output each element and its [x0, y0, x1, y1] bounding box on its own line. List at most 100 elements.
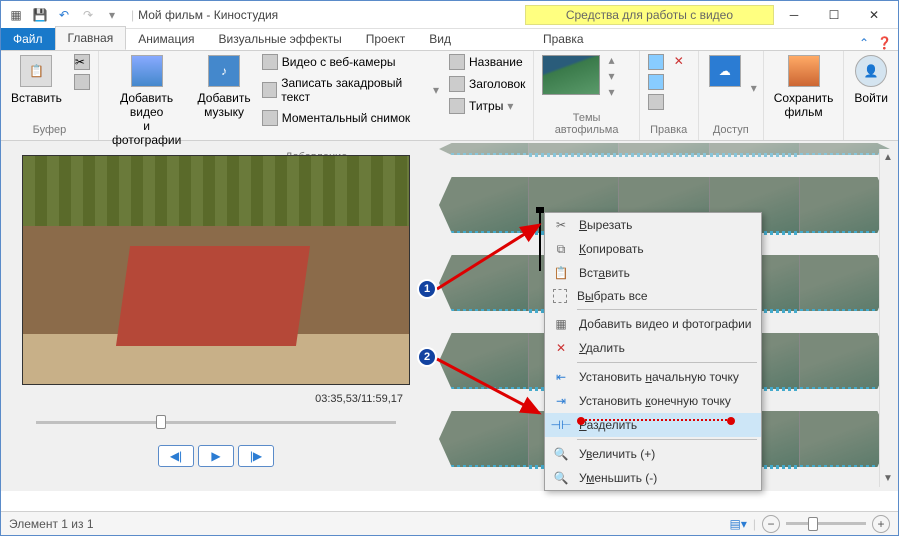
vertical-scrollbar[interactable]: ▲ ▼: [879, 149, 896, 487]
help-icon[interactable]: ❓: [877, 36, 892, 50]
tab-view[interactable]: Вид: [417, 28, 463, 50]
delete-button[interactable]: ✕: [672, 53, 692, 71]
add-music-button[interactable]: ♪ Добавить музыку: [194, 53, 253, 121]
camera-icon: [262, 110, 278, 126]
zoom-out-button[interactable]: −: [762, 515, 780, 533]
tab-visual[interactable]: Визуальные эффекты: [207, 28, 354, 50]
play-button[interactable]: ▶: [198, 445, 234, 467]
tab-file[interactable]: Файл: [1, 28, 55, 50]
playback-controls: ◀| ▶ |▶: [9, 445, 423, 467]
group-buffer: 📋 Вставить ✂ Буфер: [1, 51, 99, 140]
title-label: Название: [469, 55, 523, 69]
add-video-button[interactable]: Добавить видео и фотографии: [105, 53, 189, 149]
context-set-end[interactable]: ⇥Установить конечную точку: [545, 389, 761, 413]
theme-more-icon[interactable]: ▾: [608, 85, 614, 99]
close-button[interactable]: ✕: [854, 3, 894, 27]
caption-icon: [449, 76, 465, 92]
rotate-right-icon: [648, 74, 664, 90]
mic-icon: [262, 82, 278, 98]
work-area: 03:35,53/11:59,17 ◀| ▶ |▶: [1, 141, 898, 491]
add-video-label: Добавить видео и фотографии: [109, 91, 185, 147]
context-zoom-out[interactable]: 🔍Уменьшить (-): [545, 466, 761, 490]
qat-more-icon[interactable]: ▾: [101, 4, 123, 26]
status-bar: Элемент 1 из 1 ▤▾ | − +: [1, 511, 898, 535]
rotate-right-button[interactable]: [646, 73, 666, 91]
copy-icon: [74, 74, 90, 90]
theme-next-icon[interactable]: ▾: [608, 69, 614, 83]
zoom-slider[interactable]: [786, 522, 866, 525]
maximize-button[interactable]: ☐: [814, 3, 854, 27]
title-bar: ▦ 💾 ↶ ↷ ▾ | Мой фильм - Киностудия Средс…: [1, 1, 898, 29]
scroll-up-icon[interactable]: ▲: [880, 149, 896, 166]
group-label-themes: Темы автофильма: [540, 110, 632, 138]
context-cut[interactable]: ✂Вырезать: [545, 213, 761, 237]
chevron-down-icon: ▾: [433, 83, 439, 97]
minimize-button[interactable]: ─: [774, 3, 814, 27]
user-icon: 👤: [855, 55, 887, 87]
add-music-label: Добавить музыку: [198, 91, 251, 119]
title-icon: [449, 54, 465, 70]
preview-video[interactable]: [22, 155, 410, 385]
webcam-button[interactable]: Видео с веб-камеры: [260, 53, 441, 71]
scroll-down-icon[interactable]: ▼: [880, 470, 896, 487]
context-copy[interactable]: ⧉Копировать: [545, 237, 761, 261]
redo-icon[interactable]: ↷: [77, 4, 99, 26]
cut-button[interactable]: ✂: [72, 53, 92, 71]
next-frame-button[interactable]: |▶: [238, 445, 274, 467]
context-select-all[interactable]: Выбрать все: [545, 285, 761, 307]
tab-animation[interactable]: Анимация: [126, 28, 206, 50]
snapshot-label: Моментальный снимок: [282, 111, 410, 125]
context-zoom-in[interactable]: 🔍Увеличить (+): [545, 442, 761, 466]
snapshot-button[interactable]: Моментальный снимок: [260, 109, 441, 127]
film-icon: ▦: [553, 316, 569, 332]
context-delete[interactable]: ✕Удалить: [545, 336, 761, 360]
window-title: Мой фильм - Киностудия: [134, 8, 525, 22]
app-icon[interactable]: ▦: [5, 4, 27, 26]
save-movie-button[interactable]: Сохранить фильм: [770, 53, 838, 121]
select-all-button[interactable]: [646, 93, 666, 111]
login-button[interactable]: 👤 Войти: [850, 53, 892, 107]
tab-home[interactable]: Главная: [55, 26, 127, 50]
context-label: Вставить: [579, 266, 630, 280]
clipboard-icon: 📋: [20, 55, 52, 87]
separator: [577, 309, 757, 310]
theme-preview[interactable]: [542, 55, 600, 95]
collapse-ribbon-icon[interactable]: ⌃: [859, 36, 869, 50]
caption-button[interactable]: Заголовок: [447, 75, 527, 93]
prev-frame-button[interactable]: ◀|: [158, 445, 194, 467]
group-adding: Добавить видео и фотографии ♪ Добавить м…: [99, 51, 535, 140]
group-edit: ✕ Правка: [640, 51, 699, 140]
tab-project[interactable]: Проект: [354, 28, 418, 50]
seek-slider[interactable]: [36, 413, 396, 433]
tab-edit[interactable]: Правка: [531, 28, 596, 50]
group-label-edit: Правка: [646, 122, 692, 138]
theme-prev-icon[interactable]: ▴: [608, 53, 614, 67]
clip-row[interactable]: [439, 143, 890, 155]
context-paste[interactable]: 📋Вставить: [545, 261, 761, 285]
group-label-buffer: Буфер: [7, 122, 92, 138]
copy-button[interactable]: [72, 73, 92, 91]
undo-icon[interactable]: ↶: [53, 4, 75, 26]
rotate-left-button[interactable]: [646, 53, 666, 71]
context-label: Установить конечную точку: [579, 394, 731, 408]
narration-label: Записать закадровый текст: [281, 76, 429, 104]
credits-button[interactable]: Титры ▾: [447, 97, 527, 115]
context-add-media[interactable]: ▦Добавить видео и фотографии: [545, 312, 761, 336]
annotation-underline: [581, 419, 731, 421]
context-set-start[interactable]: ⇤Установить начальную точку: [545, 365, 761, 389]
film-icon: [131, 55, 163, 87]
chevron-down-icon: ▾: [507, 99, 513, 113]
group-login: 👤 Войти: [844, 51, 898, 140]
narration-button[interactable]: Записать закадровый текст ▾: [260, 75, 441, 105]
group-label-access: Доступ: [705, 122, 757, 138]
context-menu: ✂Вырезать ⧉Копировать 📋Вставить Выбрать …: [544, 212, 762, 491]
zoom-in-button[interactable]: +: [872, 515, 890, 533]
title-button[interactable]: Название: [447, 53, 527, 71]
group-save: Сохранить фильм: [764, 51, 845, 140]
paste-button[interactable]: 📋 Вставить: [7, 53, 66, 107]
context-label: Уменьшить (-): [579, 471, 657, 485]
view-thumbs-icon[interactable]: ▤▾: [730, 517, 747, 531]
save-icon[interactable]: 💾: [29, 4, 51, 26]
webcam-icon: [262, 54, 278, 70]
onedrive-button[interactable]: ☁: [705, 53, 745, 91]
